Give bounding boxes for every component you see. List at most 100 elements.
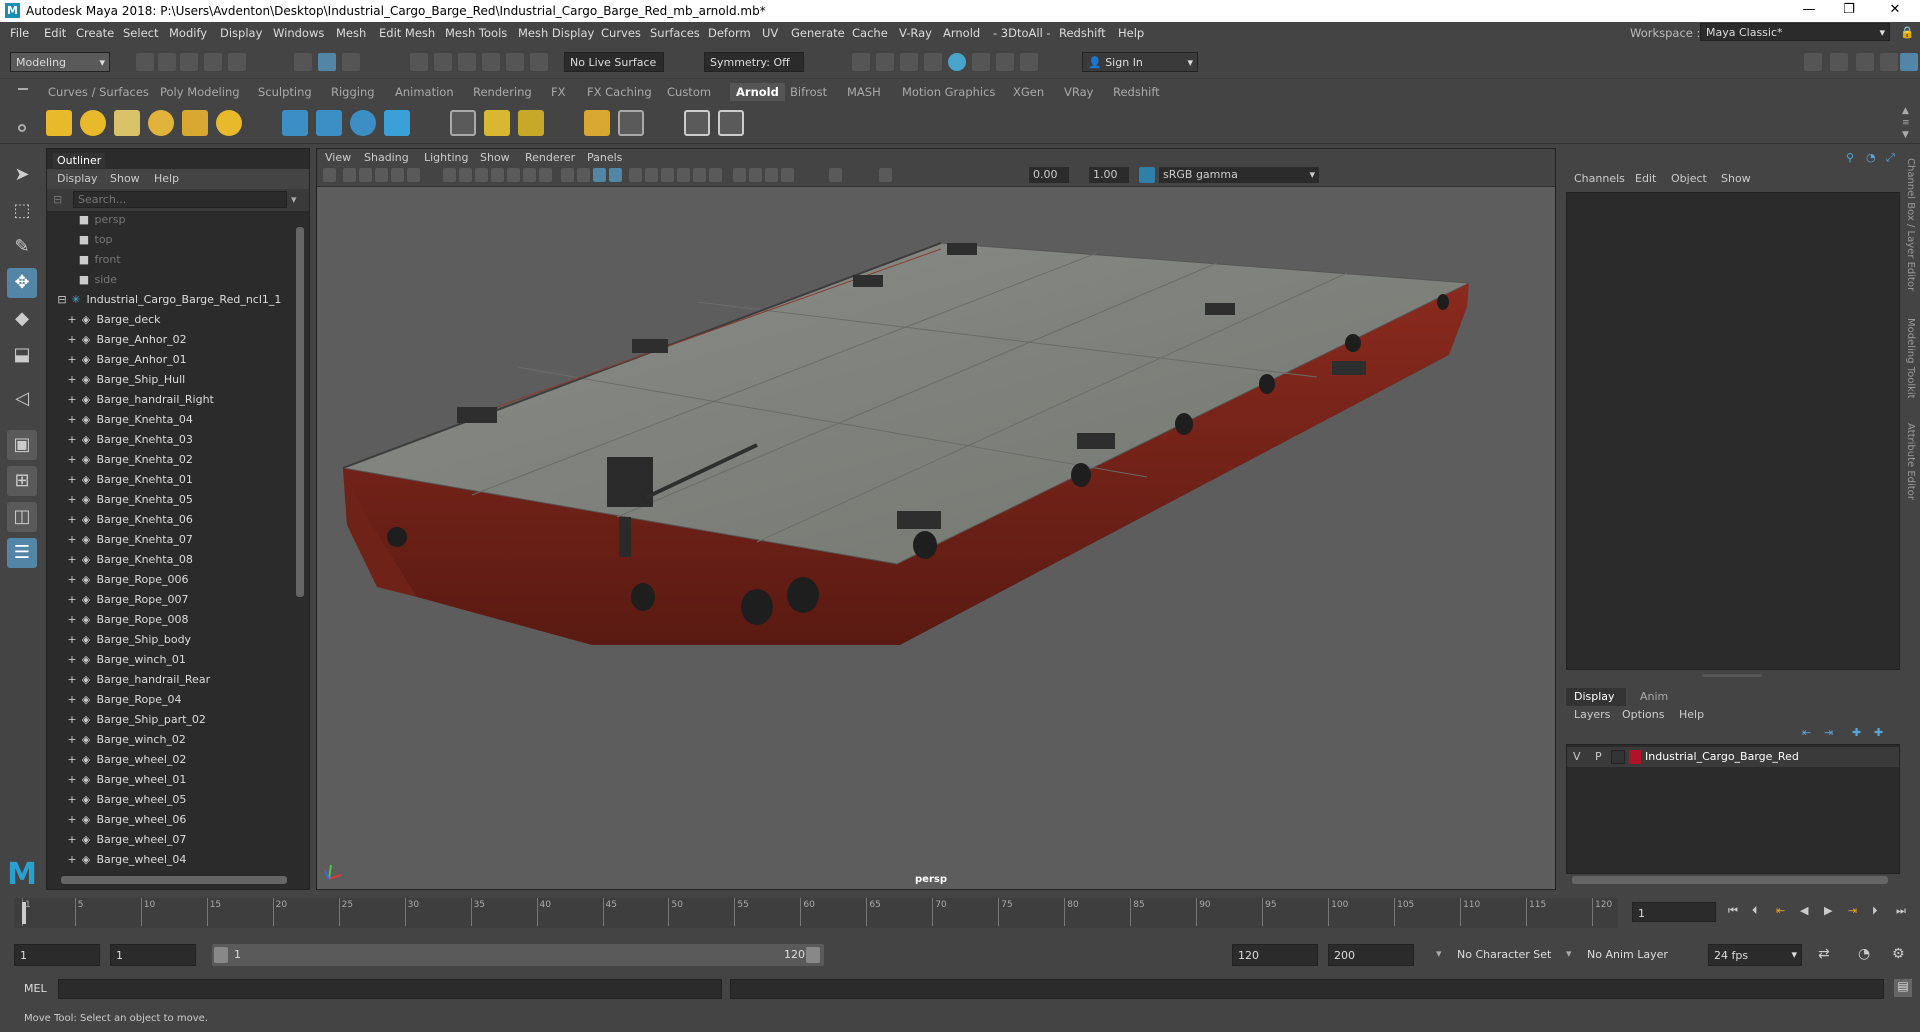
menu-mesh[interactable]: Mesh <box>336 26 366 40</box>
list-item[interactable]: + ◈ Barge_wheel_05 <box>65 793 291 813</box>
menu-edit-mesh[interactable]: Edit Mesh <box>379 26 435 40</box>
side-tab-attribute-editor[interactable]: Attribute Editor <box>1905 423 1916 500</box>
list-item[interactable]: ■ front <box>77 253 291 273</box>
shelf-tab-xgen[interactable]: XGen <box>1013 85 1044 99</box>
shelf-tab-fx-caching[interactable]: FX Caching <box>587 85 652 99</box>
viewport-menu-renderer[interactable]: Renderer <box>525 151 575 164</box>
pause-icon[interactable] <box>1020 53 1038 71</box>
channel-box-menu-show[interactable]: Show <box>1721 172 1751 185</box>
arnold-txmanager-icon[interactable] <box>450 110 476 136</box>
list-item[interactable]: + ◈ Barge_wheel_02 <box>65 753 291 773</box>
expand-icon[interactable]: + <box>65 713 79 726</box>
layer-menu-layers[interactable]: Layers <box>1574 708 1610 721</box>
fps-dropdown[interactable]: 24 fps ▾ <box>1708 944 1802 966</box>
redo-icon[interactable] <box>228 53 246 71</box>
shelf-tab-rendering[interactable]: Rendering <box>473 85 532 99</box>
menu-uv[interactable]: UV <box>762 26 778 40</box>
shelf-tab-sculpting[interactable]: Sculpting <box>258 85 312 99</box>
expand-icon[interactable]: + <box>65 553 79 566</box>
arnold-render-view-icon[interactable] <box>684 110 710 136</box>
scale-tool-icon[interactable]: ⬓ <box>7 340 37 370</box>
safe-action-icon[interactable] <box>523 168 536 182</box>
expand-icon[interactable]: + <box>65 473 79 486</box>
lasso-tool-icon[interactable]: ⬚ <box>7 196 37 226</box>
symmetry-dropdown[interactable]: Symmetry: Off <box>704 52 804 72</box>
gate-mask-icon[interactable] <box>491 168 504 182</box>
motion-blur-icon[interactable] <box>677 168 690 182</box>
menu-deform[interactable]: Deform <box>708 26 751 40</box>
sign-in-button[interactable]: 👤 Sign In ▾ <box>1082 52 1198 72</box>
layer-color-swatch[interactable] <box>1629 750 1641 764</box>
filter-icon[interactable]: ⊟ <box>53 193 62 206</box>
resolution-gate-icon[interactable] <box>475 168 488 182</box>
single-perspective-layout-icon[interactable]: ▣ <box>7 430 37 460</box>
expand-icon[interactable]: + <box>65 773 79 786</box>
shelf-tab-fx[interactable]: FX <box>551 85 566 99</box>
default-material-icon[interactable] <box>593 168 606 182</box>
list-item[interactable]: + ◈ Barge_Ship_Hull <box>65 373 291 393</box>
list-item[interactable]: + ◈ Barge_Rope_006 <box>65 573 291 593</box>
layer-move-down-icon[interactable]: ⇥ <box>1824 726 1833 739</box>
paint-select-tool-icon[interactable]: ✎ <box>7 232 37 262</box>
expand-icon[interactable]: + <box>65 633 79 646</box>
save-scene-icon[interactable] <box>180 53 198 71</box>
expand-icon[interactable]: + <box>65 533 79 546</box>
list-item[interactable]: + ◈ Barge_handrail_Right <box>65 393 291 413</box>
list-item[interactable]: + ◈ Barge_handrail_Rear <box>65 673 291 693</box>
menu-redshift[interactable]: Redshift <box>1059 26 1106 40</box>
list-item[interactable]: + ◈ Barge_Ship_body <box>65 633 291 653</box>
render-sequence-icon[interactable] <box>876 53 894 71</box>
expand-icon[interactable]: + <box>65 853 79 866</box>
viewport-menu-shading[interactable]: Shading <box>364 151 409 164</box>
end-time-field[interactable]: 200 <box>1328 944 1414 966</box>
step-forward-icon[interactable]: ⏵ <box>1872 904 1878 918</box>
arnold-area-light-icon[interactable] <box>46 110 72 136</box>
anim-layer-dropdown[interactable]: No Anim Layer <box>1582 944 1686 966</box>
shelf-tab-redshift[interactable]: Redshift <box>1113 85 1160 99</box>
shelf-tab-arnold[interactable]: Arnold <box>730 83 785 101</box>
menu-display[interactable]: Display <box>220 26 262 40</box>
side-tab-modeling-toolkit[interactable]: Modeling Toolkit <box>1905 318 1916 399</box>
isolate-select-icon[interactable] <box>733 168 746 182</box>
expand-icon[interactable]: + <box>65 513 79 526</box>
outliner-search-input[interactable] <box>73 191 287 208</box>
viewport-menu-view[interactable]: View <box>325 151 351 164</box>
shelf-tab-poly-modeling[interactable]: Poly Modeling <box>160 85 240 99</box>
arnold-remove-icon[interactable] <box>518 110 544 136</box>
menu-vray[interactable]: V-Ray <box>899 26 932 40</box>
expand-icon[interactable]: + <box>65 733 79 746</box>
list-item[interactable]: + ◈ Barge_winch_01 <box>65 653 291 673</box>
field-chart-icon[interactable] <box>507 168 520 182</box>
shelf-tab-rigging[interactable]: Rigging <box>331 85 375 99</box>
arnold-render-play-icon[interactable] <box>718 110 744 136</box>
script-editor-icon[interactable]: ▤ <box>1894 979 1912 997</box>
animation-preferences-icon[interactable]: ⚙ <box>1892 946 1905 962</box>
shelf-tab-mash[interactable]: MASH <box>847 85 881 99</box>
channel-box-icon[interactable] <box>1900 53 1918 71</box>
arnold-flush-cache-icon[interactable] <box>484 110 510 136</box>
expand-icon[interactable]: + <box>65 613 79 626</box>
list-item[interactable]: + ◈ Barge_Knehta_03 <box>65 433 291 453</box>
render-frame-icon[interactable] <box>852 53 870 71</box>
list-item[interactable]: + ◈ Barge_Ship_part_02 <box>65 713 291 733</box>
start-time-field[interactable]: 1 <box>14 944 100 966</box>
workspace-dropdown[interactable]: Maya Classic* ▾ <box>1700 23 1890 41</box>
loop-icon[interactable]: ⇄ <box>1818 946 1830 962</box>
layer-display-type-toggle[interactable] <box>1611 750 1625 764</box>
layer-playback-toggle[interactable]: P <box>1595 750 1602 763</box>
shelf-scroll-down-icon[interactable]: ▼ <box>1902 130 1909 140</box>
expand-icon[interactable]: + <box>65 673 79 686</box>
list-item[interactable]: ■ top <box>77 233 291 253</box>
backface-culling-icon[interactable] <box>781 168 794 182</box>
select-by-component-icon[interactable] <box>342 53 360 71</box>
list-item[interactable]: + ◈ Barge_Knehta_08 <box>65 553 291 573</box>
list-item[interactable]: + ◈ Barge_winch_02 <box>65 733 291 753</box>
live-surface-field[interactable]: No Live Surface <box>564 52 664 72</box>
list-item[interactable]: ⊟ ✳ Industrial_Cargo_Barge_Red_ncl1_1 <box>55 293 285 313</box>
expand-icon[interactable]: + <box>65 353 79 366</box>
film-gate-icon[interactable] <box>459 168 472 182</box>
wireframe-icon[interactable] <box>561 168 574 182</box>
arnold-curve-collector-icon[interactable] <box>384 110 410 136</box>
expand-icon[interactable]: + <box>65 593 79 606</box>
arnold-material-icon[interactable] <box>584 110 610 136</box>
